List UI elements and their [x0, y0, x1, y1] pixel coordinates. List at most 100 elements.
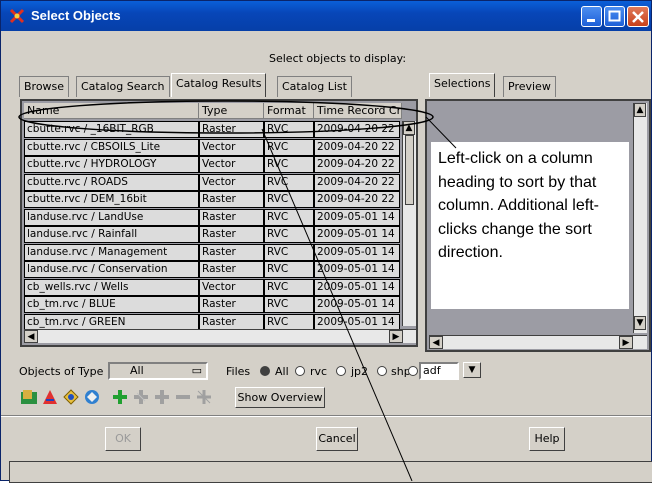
separator — [1, 415, 651, 417]
cell-name: cb_tm.rvc / GREEN — [24, 313, 199, 331]
scroll-down-arrow-icon[interactable]: ▼ — [634, 316, 646, 330]
tab-label: Catalog Search — [81, 80, 165, 93]
extension-dropdown-button[interactable]: ▼ — [463, 362, 481, 378]
scroll-right-arrow-icon[interactable]: ▶ — [389, 330, 403, 343]
close-button[interactable] — [627, 6, 649, 27]
cell-name: landuse.rvc / Conservation — [24, 261, 199, 278]
add-selected-icon — [155, 390, 169, 404]
cell-name: landuse.rvc / LandUse — [24, 208, 199, 226]
tab-browse[interactable]: Browse — [19, 76, 70, 97]
radio-label: All — [275, 365, 289, 378]
vector-select-icon[interactable] — [41, 388, 59, 406]
table-row[interactable]: cbutte.rvc / DEM_16bit Raster RVC 2009-04-2… — [24, 191, 400, 208]
radio-shp[interactable] — [377, 366, 387, 376]
cell-time: 2009-04-20 22 — [314, 173, 400, 191]
tab-preview[interactable]: Preview — [503, 76, 556, 97]
cell-name: cb_wells.rvc / Wells — [24, 278, 199, 296]
cell-type: Raster — [199, 296, 264, 313]
cell-name: cb_tm.rvc / BLUE — [24, 296, 199, 313]
table-row[interactable]: cbutte.rvc / CBSOILS_Lite Vector RVC 2009-0… — [24, 138, 400, 156]
table-row[interactable]: cbutte.rvc / _16BIT_RGB Raster RVC 2009-04-… — [24, 121, 400, 138]
tin-select-icon[interactable] — [83, 388, 101, 406]
column-header-format[interactable]: Format — [264, 103, 314, 119]
cell-time: 2009-05-01 14 — [314, 226, 400, 243]
tab-label: Catalog Results — [176, 77, 262, 90]
cell-name: landuse.rvc / Rainfall — [24, 226, 199, 243]
scroll-thumb[interactable] — [405, 135, 414, 205]
radio-jp2[interactable] — [336, 366, 346, 376]
minimize-icon — [587, 19, 595, 22]
cell-format: RVC — [264, 138, 314, 156]
cell-format: RVC — [264, 173, 314, 191]
remove-icon — [176, 395, 190, 399]
scroll-right-arrow-icon[interactable]: ▶ — [619, 336, 633, 349]
cell-name: cbutte.rvc / DEM_16bit — [24, 191, 199, 208]
table-row[interactable]: cb_tm.rvc / GREEN Raster RVC 2009-05-01 14 — [24, 313, 400, 331]
cancel-button[interactable]: Cancel — [316, 427, 358, 451]
column-header-time-record[interactable]: Time Record Cre — [314, 103, 402, 119]
scroll-left-arrow-icon[interactable]: ◀ — [429, 336, 443, 349]
ok-button[interactable]: OK — [105, 427, 141, 451]
cell-name: cbutte.rvc / CBSOILS_Lite — [24, 138, 199, 156]
grid-vertical-scrollbar[interactable]: ▲ — [402, 121, 416, 326]
column-header-type[interactable]: Type — [199, 103, 264, 119]
show-overview-button[interactable]: Show Overview — [235, 387, 325, 408]
raster-select-icon[interactable] — [20, 388, 38, 406]
scroll-left-arrow-icon[interactable]: ◀ — [24, 330, 38, 343]
cell-type: Raster — [199, 243, 264, 261]
tab-label: Browse — [24, 80, 65, 93]
cell-type: Raster — [199, 208, 264, 226]
cell-type: Raster — [199, 121, 264, 138]
maximize-button[interactable] — [604, 6, 625, 27]
results-grid[interactable]: Name Type Format Time Record Cre cbutte.… — [20, 99, 418, 347]
title-bar[interactable]: Select Objects — [1, 1, 651, 31]
radio-other-extension[interactable] — [408, 366, 418, 376]
tab-selections[interactable]: Selections — [429, 73, 496, 97]
cell-time: 2009-05-01 14 — [314, 243, 400, 261]
cell-time: 2009-05-01 14 — [314, 296, 400, 313]
table-row[interactable]: cb_wells.rvc / Wells Vector RVC 2009-05-01 … — [24, 278, 400, 296]
cell-name: cbutte.rvc / HYDROLOGY — [24, 156, 199, 173]
table-row[interactable]: landuse.rvc / Management Raster RVC 2009-05… — [24, 243, 400, 261]
radio-rvc[interactable] — [295, 366, 305, 376]
tab-catalog-list[interactable]: Catalog List — [277, 76, 352, 97]
select-prompt: Select objects to display: — [269, 52, 407, 65]
cell-type: Vector — [199, 278, 264, 296]
tab-catalog-results[interactable]: Catalog Results — [171, 73, 267, 97]
cell-format: RVC — [264, 296, 314, 313]
cell-time: 2009-04-20 22 — [314, 191, 400, 208]
app-icon — [9, 8, 25, 24]
grid-horizontal-scrollbar[interactable]: ◀ ▶ — [24, 329, 416, 343]
table-row[interactable]: cbutte.rvc / HYDROLOGY Vector RVC 2009-04-2… — [24, 156, 400, 173]
radio-all[interactable] — [260, 366, 270, 376]
column-header-name[interactable]: Name — [24, 103, 199, 119]
objects-of-type-select[interactable]: All ▭ — [108, 362, 208, 380]
cell-name: cbutte.rvc / ROADS — [24, 173, 199, 191]
table-row[interactable]: cbutte.rvc / ROADS Vector RVC 2009-04-20 22 — [24, 173, 400, 191]
selections-horizontal-scrollbar[interactable]: ◀ ▶ — [429, 335, 647, 349]
cell-type: Vector — [199, 138, 264, 156]
cell-type: Raster — [199, 191, 264, 208]
remove-all-icon — [197, 390, 211, 404]
selections-vertical-scrollbar[interactable]: ▲ ▼ — [633, 103, 647, 333]
table-row[interactable]: landuse.rvc / Rainfall Raster RVC 2009-05-0… — [24, 226, 400, 243]
scroll-up-arrow-icon[interactable]: ▲ — [403, 121, 415, 135]
table-row[interactable]: landuse.rvc / LandUse Raster RVC 2009-05-01… — [24, 208, 400, 226]
cell-format: RVC — [264, 261, 314, 278]
help-button[interactable]: Help — [529, 427, 565, 451]
table-row[interactable]: cb_tm.rvc / BLUE Raster RVC 2009-05-01 14 — [24, 296, 400, 313]
minimize-button[interactable] — [581, 6, 602, 27]
cell-format: RVC — [264, 208, 314, 226]
add-icon[interactable] — [111, 388, 129, 406]
cell-time: 2009-04-20 22 — [314, 156, 400, 173]
table-row[interactable]: landuse.rvc / Conservation Raster RVC 2009-… — [24, 261, 400, 278]
status-bar — [9, 461, 652, 483]
extension-field[interactable]: adf — [419, 362, 459, 380]
cell-format: RVC — [264, 278, 314, 296]
files-label: Files — [226, 365, 251, 378]
sort-instruction-note: Left-click on a column heading to sort b… — [431, 142, 629, 309]
cad-select-icon[interactable] — [62, 388, 80, 406]
scroll-up-arrow-icon[interactable]: ▲ — [634, 103, 646, 117]
tab-catalog-search[interactable]: Catalog Search — [76, 76, 170, 97]
cell-time: 2009-05-01 14 — [314, 278, 400, 296]
